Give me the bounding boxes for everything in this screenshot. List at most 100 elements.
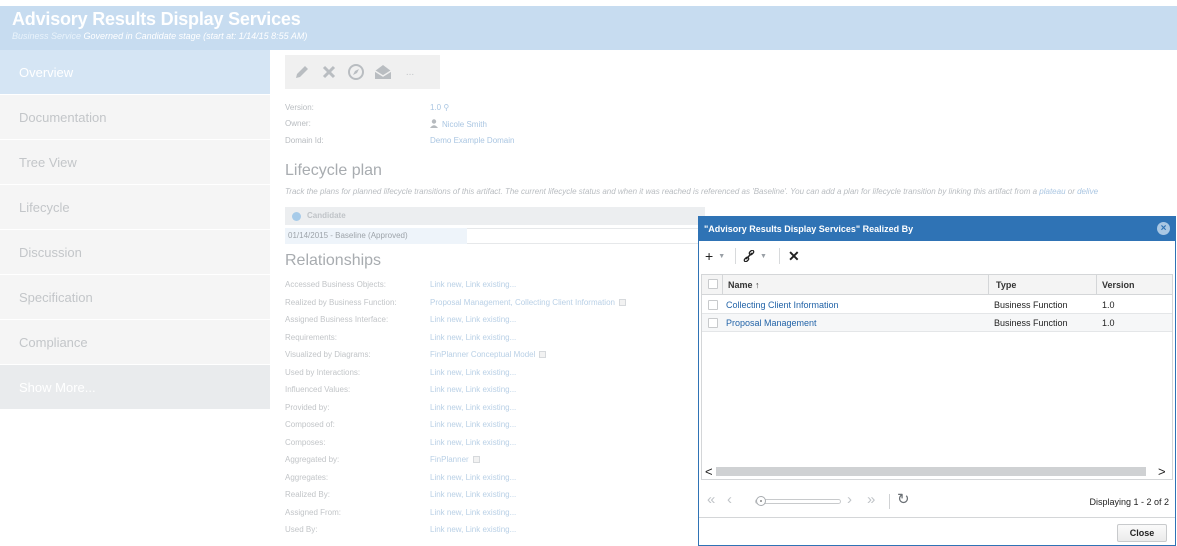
grid-header: Name ↑ Type Version xyxy=(702,275,1172,295)
edit-relation-icon[interactable] xyxy=(618,298,626,306)
close-button[interactable]: Close xyxy=(1117,524,1167,542)
domain-value[interactable]: Demo Example Domain xyxy=(430,136,514,145)
search-icon[interactable]: ⚲ xyxy=(443,103,449,112)
relationship-value[interactable]: Link new, Link existing... xyxy=(430,490,516,499)
pagination-bar: « ‹ › » ↻ Displaying 1 - 2 of 2 xyxy=(699,489,1175,513)
column-divider xyxy=(988,275,989,295)
relationship-value[interactable]: Link new, Link existing... xyxy=(430,438,516,447)
version-label: Version: xyxy=(285,103,314,112)
relationship-label: Aggregated by: xyxy=(285,455,340,464)
table-row[interactable]: Collecting Client Information Business F… xyxy=(702,296,1172,314)
close-icon[interactable]: × xyxy=(1157,222,1170,235)
relationship-value[interactable]: Proposal Management, Collecting Client I… xyxy=(430,298,626,307)
relationship-label: Aggregates: xyxy=(285,472,329,482)
more-icon[interactable]: ... xyxy=(398,60,422,84)
chevron-down-icon: ▼ xyxy=(760,252,767,260)
first-page-icon[interactable]: « xyxy=(707,492,715,508)
edit-relation-icon[interactable] xyxy=(539,351,547,358)
relationship-row: Aggregates: Link new, Link existing... xyxy=(285,473,705,485)
relationship-value[interactable]: Link new, Link existing... xyxy=(430,333,516,342)
relationship-value[interactable]: Link new, Link existing... xyxy=(430,473,516,482)
relationship-value[interactable]: Link new, Link existing... xyxy=(430,280,516,289)
table-row[interactable]: Proposal Management Business Function 1.… xyxy=(702,314,1172,332)
relationship-label: Composed of: xyxy=(285,420,335,429)
relationship-row: Influenced Values: Link new, Link existin… xyxy=(285,385,705,397)
horizontal-scrollbar[interactable]: < > xyxy=(702,464,1172,479)
column-header-version[interactable]: Version xyxy=(1102,275,1135,295)
page-header: Advisory Results Display Services Busine… xyxy=(0,6,1177,50)
next-page-icon[interactable]: › xyxy=(847,492,852,508)
delete-button[interactable] xyxy=(317,60,341,84)
domain-row: Domain Id: Demo Example Domain xyxy=(285,136,885,148)
relationship-value[interactable]: FinPlanner Conceptual Model xyxy=(430,350,547,359)
page-slider[interactable] xyxy=(755,499,841,504)
sidebar-item-lifecycle[interactable]: Lifecycle xyxy=(0,185,270,230)
sidebar: Overview Documentation Tree View Lifecyc… xyxy=(0,50,270,410)
sidebar-item-compliance[interactable]: Compliance xyxy=(0,320,270,365)
stage-label: Candidate xyxy=(307,211,346,220)
lifecycle-status-text: Governed in Candidate stage (start at: 1… xyxy=(83,31,308,41)
artifact-toolbar: ... xyxy=(285,55,440,89)
relationship-row: Provided by: Link new, Link existing... xyxy=(285,403,705,415)
relationship-value[interactable]: Link new, Link existing... xyxy=(430,508,516,517)
owner-label: Owner: xyxy=(285,119,311,128)
scroll-right-icon[interactable]: > xyxy=(1158,464,1166,479)
column-divider xyxy=(1096,275,1097,295)
last-page-icon[interactable]: » xyxy=(867,492,875,508)
baseline-track xyxy=(467,228,705,244)
sidebar-item-discussion[interactable]: Discussion xyxy=(0,230,270,275)
relationship-value[interactable]: Link new, Link existing... xyxy=(430,403,516,412)
row-name-link[interactable]: Collecting Client Information xyxy=(726,296,839,314)
column-header-name[interactable]: Name ↑ xyxy=(728,275,760,295)
dialog-header[interactable]: "Advisory Results Display Services" Real… xyxy=(699,217,1175,241)
sidebar-item-tree-view[interactable]: Tree View xyxy=(0,140,270,185)
remove-button[interactable]: ✕ xyxy=(788,247,800,265)
relationship-label: Influenced Values: xyxy=(285,385,351,394)
relationship-value[interactable]: Link new, Link existing... xyxy=(430,385,516,394)
select-all-checkbox[interactable] xyxy=(708,279,718,289)
relationship-label: Visualized by Diagrams: xyxy=(285,350,371,359)
sidebar-item-show-more[interactable]: Show More... xyxy=(0,365,270,410)
prev-page-icon[interactable]: ‹ xyxy=(727,492,732,508)
mail-button[interactable] xyxy=(371,60,395,84)
column-divider xyxy=(722,275,723,295)
link-button[interactable]: ▼ xyxy=(743,247,767,265)
compass-button[interactable] xyxy=(344,60,368,84)
sidebar-item-specification[interactable]: Specification xyxy=(0,275,270,320)
relationship-value[interactable]: Link new, Link existing... xyxy=(430,420,516,429)
domain-label: Domain Id: xyxy=(285,136,324,145)
relationship-label: Requirements: xyxy=(285,332,338,342)
deliverable-link[interactable]: delive xyxy=(1077,187,1098,196)
refresh-icon[interactable]: ↻ xyxy=(897,492,910,508)
version-value[interactable]: 1.0 ⚲ xyxy=(430,103,449,112)
page-slider-knob[interactable] xyxy=(756,496,766,506)
relationship-row: Composes: Link new, Link existing... xyxy=(285,438,705,450)
row-version: 1.0 xyxy=(1102,318,1115,328)
relationship-row: Visualized by Diagrams: FinPlanner Concep… xyxy=(285,350,705,362)
row-name-link[interactable]: Proposal Management xyxy=(726,314,817,332)
relationship-value[interactable]: Link new, Link existing... xyxy=(430,315,516,324)
relationship-label: Used By: xyxy=(285,525,318,534)
artifact-type[interactable]: Business Service xyxy=(12,31,81,41)
sidebar-item-overview[interactable]: Overview xyxy=(0,50,270,95)
row-checkbox[interactable] xyxy=(708,300,718,310)
relationship-label: Assigned Business Interface: xyxy=(285,315,389,324)
link-icon xyxy=(743,250,755,262)
relationship-value[interactable]: Link new, Link existing... xyxy=(430,525,516,534)
paging-info: Displaying 1 - 2 of 2 xyxy=(1089,497,1169,507)
scroll-left-icon[interactable]: < xyxy=(705,464,713,479)
add-button[interactable]: + ▼ xyxy=(705,247,725,265)
edit-relation-icon[interactable] xyxy=(472,456,480,463)
user-icon xyxy=(430,119,438,128)
sidebar-item-documentation[interactable]: Documentation xyxy=(0,95,270,140)
relationship-value[interactable]: FinPlanner xyxy=(430,455,480,464)
column-header-type[interactable]: Type xyxy=(996,275,1016,295)
plateau-link[interactable]: plateau xyxy=(1039,187,1065,196)
relationship-label: Realized By: xyxy=(285,490,330,499)
edit-button[interactable] xyxy=(290,60,314,84)
row-checkbox[interactable] xyxy=(708,318,718,328)
owner-value[interactable]: Nicole Smith xyxy=(430,119,487,129)
scroll-thumb[interactable] xyxy=(716,467,1146,476)
relationship-row: Assigned From: Link new, Link existing... xyxy=(285,508,705,520)
relationship-value[interactable]: Link new, Link existing... xyxy=(430,368,516,377)
